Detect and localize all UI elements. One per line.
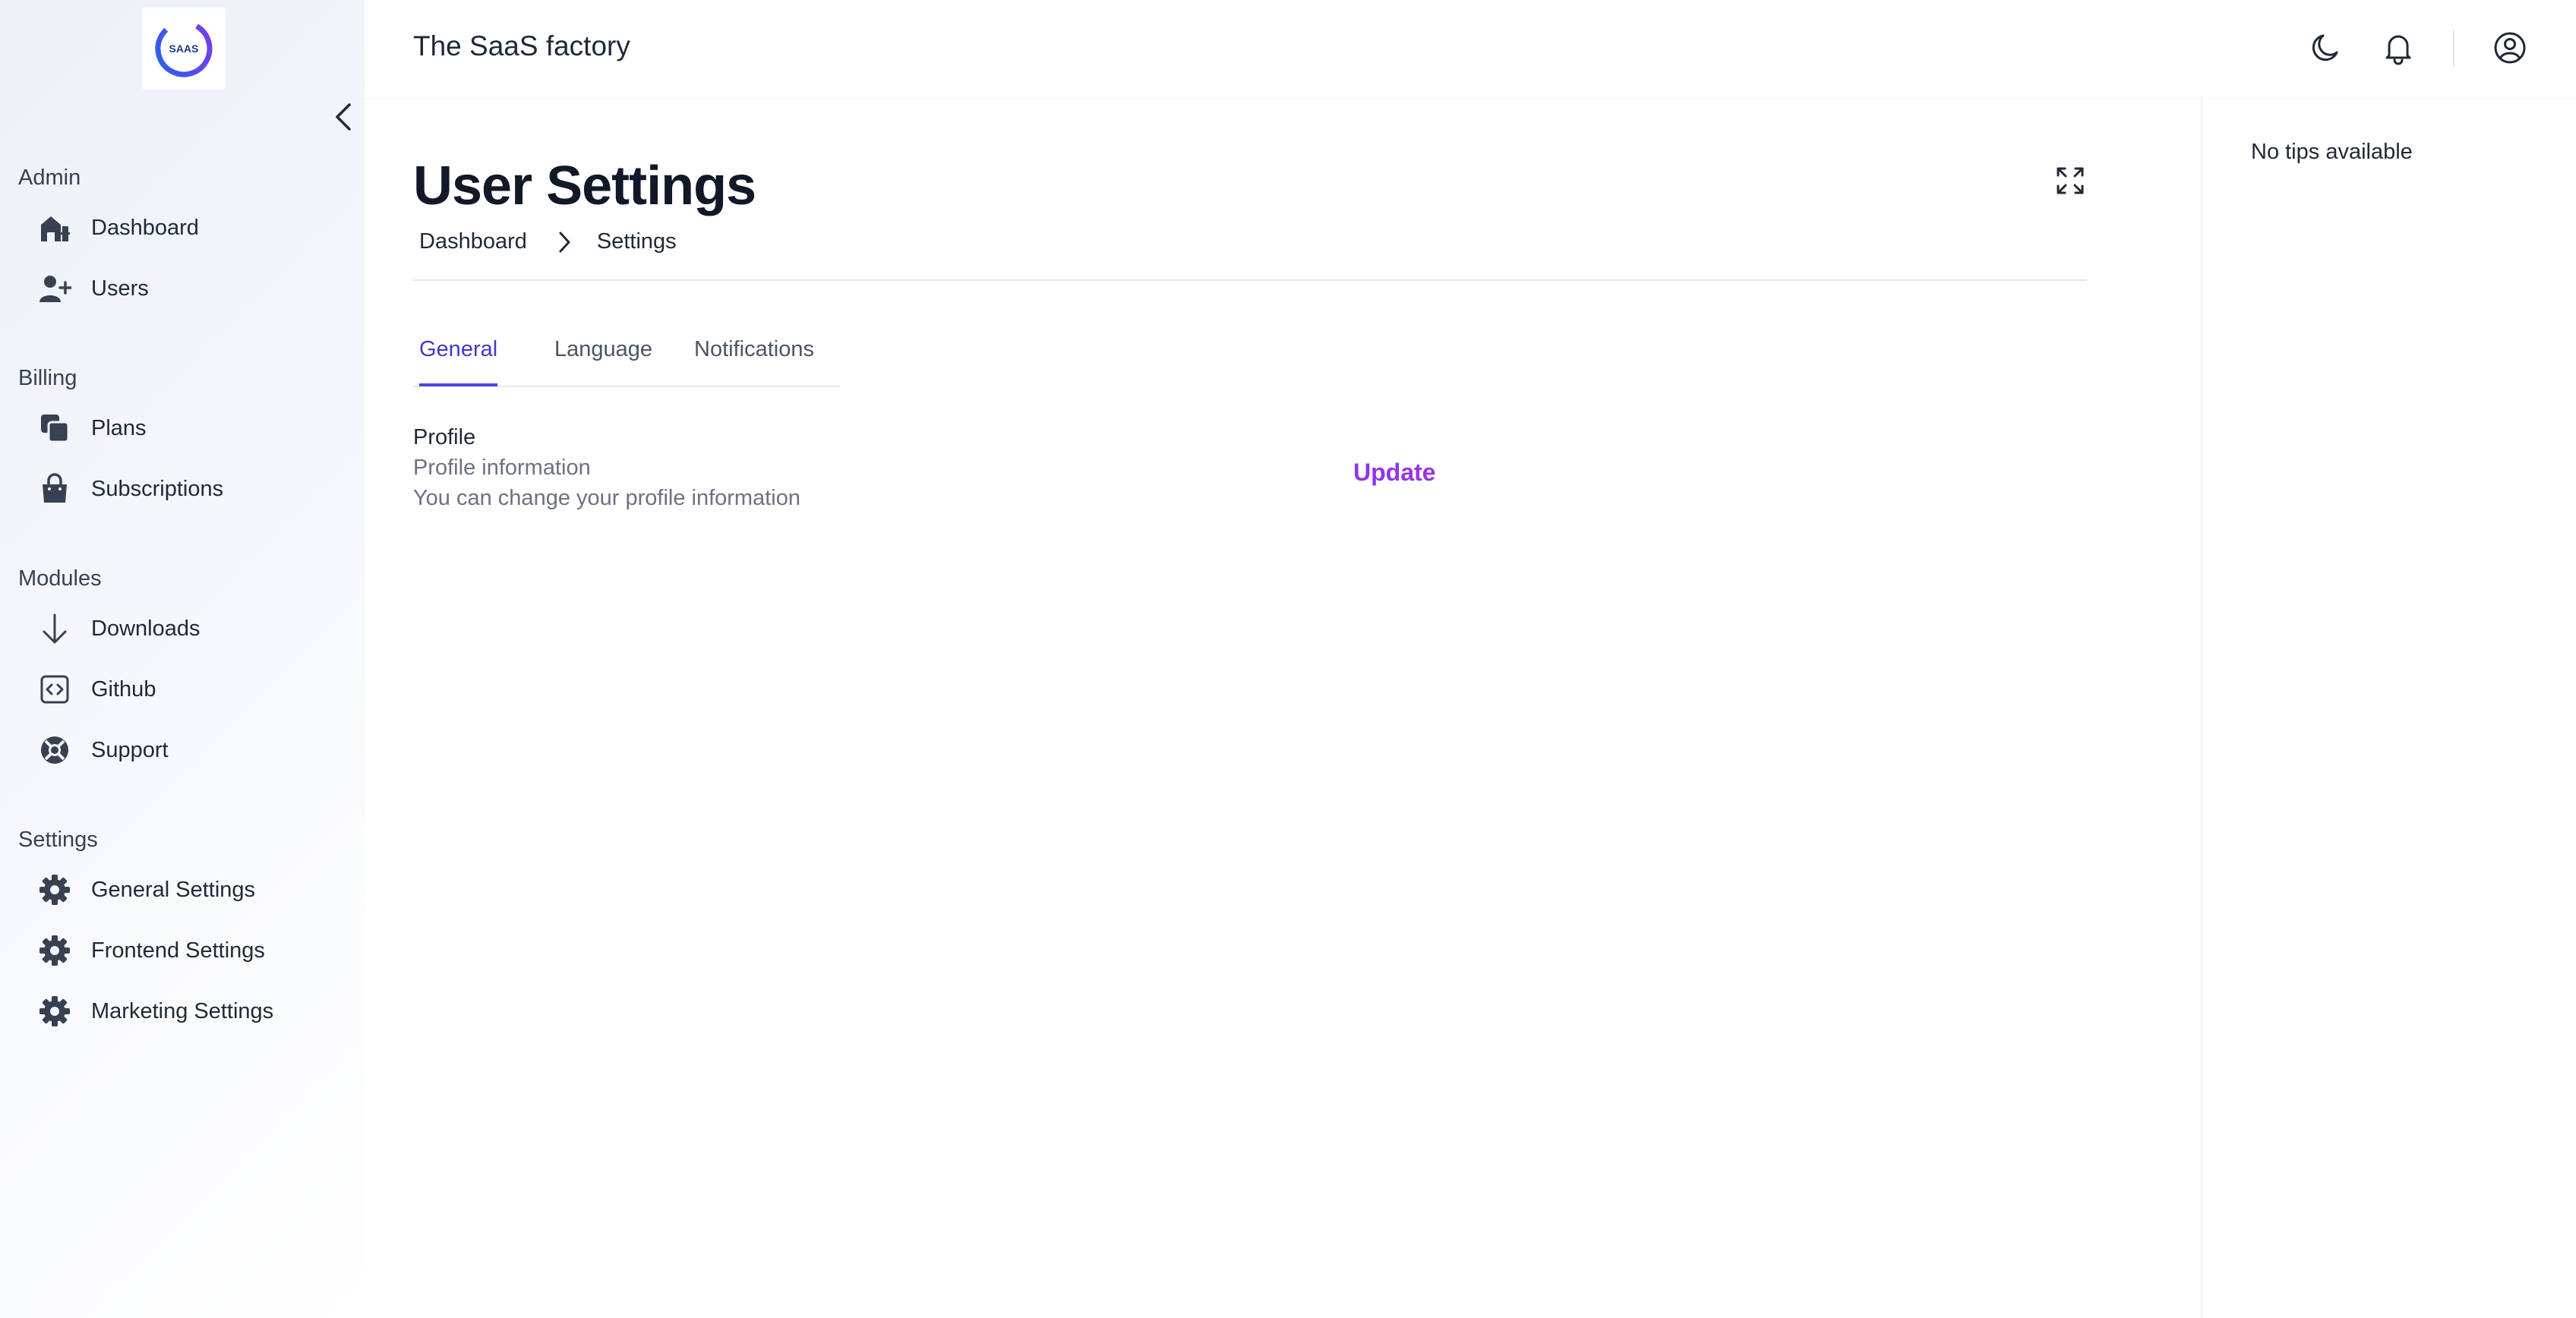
sidebar-item-downloads[interactable]: Downloads <box>36 606 355 651</box>
home-icon <box>36 210 73 246</box>
user-plus-icon <box>36 270 73 307</box>
sidebar-item-marketing-settings[interactable]: Marketing Settings <box>36 988 355 1034</box>
profile-section-subtitle: Profile information <box>413 456 591 480</box>
breadcrumb-dashboard[interactable]: Dashboard <box>419 229 527 254</box>
shopping-bag-icon <box>36 471 73 507</box>
title-divider <box>413 279 2087 281</box>
chevron-left-icon <box>336 103 351 131</box>
notifications-button[interactable] <box>2376 25 2421 71</box>
gear-icon <box>36 993 73 1029</box>
sidebar-item-dashboard[interactable]: Dashboard <box>36 205 355 251</box>
tips-panel: No tips available <box>2201 99 2576 1318</box>
main-content: User Settings Dashboard Settings General… <box>365 99 2201 1318</box>
sidebar-item-plans[interactable]: Plans <box>36 405 355 451</box>
sidebar-item-label: General Settings <box>91 877 256 902</box>
sidebar-item-label: Support <box>91 737 169 762</box>
sidebar-item-label: Github <box>91 676 156 702</box>
sidebar-item-label: Users <box>91 276 149 301</box>
sidebar-item-support[interactable]: Support <box>36 727 355 773</box>
expand-icon <box>2057 167 2084 194</box>
sidebar-item-subscriptions[interactable]: Subscriptions <box>36 466 355 512</box>
logo-text: SAAS <box>169 43 199 55</box>
update-profile-button[interactable]: Update <box>1353 459 1435 487</box>
arrow-down-icon <box>36 610 73 647</box>
theme-toggle-button[interactable] <box>2303 25 2349 71</box>
breadcrumb: Dashboard Settings <box>419 229 677 254</box>
tab-language[interactable]: Language <box>554 337 652 383</box>
profile-section-title: Profile <box>413 425 476 449</box>
chevron-right-icon <box>557 231 571 254</box>
profile-section-description: You can change your profile information <box>413 486 800 510</box>
moon-icon <box>2312 34 2338 61</box>
page-title: User Settings <box>413 156 756 216</box>
app-logo[interactable]: SAAS <box>142 8 226 90</box>
top-header: The SaaS factory <box>365 0 2576 99</box>
sidebar-item-general-settings[interactable]: General Settings <box>36 867 355 913</box>
sidebar-item-label: Frontend Settings <box>91 938 265 963</box>
settings-tabs: General Language Notifications <box>413 326 840 387</box>
lifebuoy-icon <box>36 732 73 768</box>
gear-icon <box>36 872 73 908</box>
nav-section-modules: Modules <box>18 566 102 591</box>
sidebar-item-label: Subscriptions <box>91 476 224 501</box>
nav-section-billing: Billing <box>18 366 77 390</box>
sidebar-item-label: Dashboard <box>91 215 199 240</box>
sidebar-item-label: Downloads <box>91 616 200 641</box>
collapse-sidebar-button[interactable] <box>328 102 358 132</box>
gear-icon <box>36 932 73 969</box>
tab-general[interactable]: General <box>419 337 498 386</box>
sidebar-item-github[interactable]: Github <box>36 667 355 712</box>
user-menu-button[interactable] <box>2487 25 2533 71</box>
tab-notifications[interactable]: Notifications <box>694 337 814 383</box>
copy-icon <box>36 410 73 446</box>
sidebar-item-label: Plans <box>91 415 147 440</box>
app-title: The SaaS factory <box>413 30 630 61</box>
nav-section-settings: Settings <box>18 828 98 852</box>
code-bracket-icon <box>36 671 73 708</box>
breadcrumb-settings[interactable]: Settings <box>597 229 677 254</box>
nav-section-admin: Admin <box>18 166 81 190</box>
sidebar-item-frontend-settings[interactable]: Frontend Settings <box>36 928 355 973</box>
user-circle-icon <box>2494 32 2526 64</box>
tips-empty-message: No tips available <box>2251 140 2413 164</box>
sidebar-item-users[interactable]: Users <box>36 266 355 311</box>
saas-logo-icon: SAAS <box>155 20 213 77</box>
bell-icon <box>2385 35 2411 65</box>
sidebar: SAAS Admin Dashboard Users Billing Plans… <box>0 0 365 1318</box>
header-divider <box>2453 29 2454 67</box>
fullscreen-button[interactable] <box>2052 162 2088 199</box>
sidebar-item-label: Marketing Settings <box>91 998 274 1023</box>
